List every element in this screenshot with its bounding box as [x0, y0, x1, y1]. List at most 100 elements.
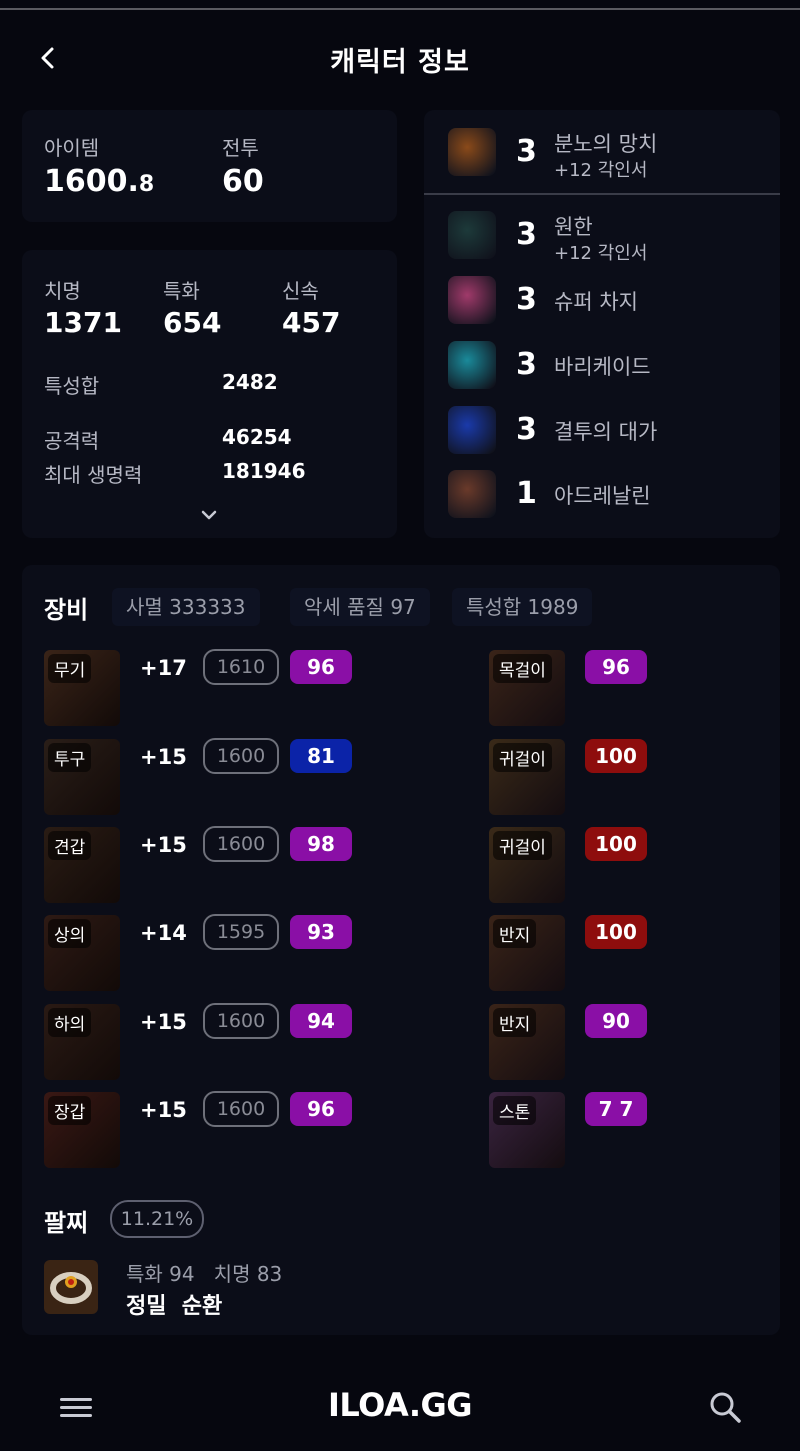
engraving-row[interactable]: 3 슈퍼 차지 [448, 276, 768, 326]
engraving-level: 3 [516, 412, 537, 447]
ring-icon: 반지 [489, 915, 565, 991]
engraving-row[interactable]: 3 원한 +12 각인서 [448, 211, 768, 264]
weapon-icon: 무기 [44, 650, 120, 726]
item-slot-tag: 상의 [48, 919, 92, 948]
item-slot-tag: 반지 [493, 1008, 537, 1037]
bracelet-effect: 정밀 순환 [126, 1294, 223, 1319]
header: 캐릭터 정보 [0, 10, 800, 105]
item-slot-tag: 귀걸이 [493, 831, 552, 860]
engraving-level: 3 [516, 347, 537, 382]
quality-badge: 100 [585, 827, 647, 861]
spec-value: 654 [163, 306, 222, 339]
item-level-value: 1600.8 [44, 164, 155, 199]
crit-label: 치명 [44, 279, 81, 303]
quality-badge: 98 [290, 827, 352, 861]
refine-level: +15 [140, 1098, 187, 1122]
refine-level: +15 [140, 745, 187, 769]
grudge-icon [448, 211, 496, 259]
accessory-quality-pill: 악세 품질 97 [290, 588, 430, 626]
quality-badge: 96 [290, 1092, 352, 1126]
engraving-name: 아드레날린 [554, 484, 651, 508]
engravings-divider [424, 193, 780, 195]
item-slot-tag: 견갑 [48, 831, 92, 860]
swift-label: 신속 [282, 279, 319, 303]
item-level-label: 아이템 [44, 136, 100, 160]
engraving-book: +12 각인서 [554, 160, 648, 181]
item-slot-tag: 목걸이 [493, 654, 552, 683]
engraving-name: 원한 [554, 215, 593, 239]
stat-total-value: 2482 [222, 370, 278, 394]
item-slot-tag: 귀걸이 [493, 743, 552, 772]
helmet-icon: 투구 [44, 739, 120, 815]
super-charge-icon [448, 276, 496, 324]
engraving-level: 1 [516, 476, 537, 511]
bracelet-title: 팔찌 [44, 1209, 89, 1237]
engraving-name: 분노의 망치 [554, 132, 658, 156]
ring-icon: 반지 [489, 1004, 565, 1080]
search-button[interactable] [708, 1390, 742, 1424]
barricade-icon [448, 341, 496, 389]
crit-value: 1371 [44, 306, 122, 339]
equipment-title: 장비 [44, 596, 89, 624]
bracelet-percent: 11.21% [110, 1200, 204, 1238]
item-level-badge: 1600 [203, 1091, 279, 1127]
quality-badge: 100 [585, 739, 647, 773]
quality-badge: 96 [585, 650, 647, 684]
chevron-down-icon [201, 510, 217, 520]
item-level-badge: 1610 [203, 649, 279, 685]
engraving-row[interactable]: 3 결투의 대가 [448, 406, 768, 456]
refine-level: +15 [140, 833, 187, 857]
stone-icon: 스톤 [489, 1092, 565, 1168]
swift-value: 457 [282, 306, 341, 339]
item-level-badge: 1600 [203, 1003, 279, 1039]
quality-badge: 96 [290, 650, 352, 684]
max-hp-label: 최대 생명력 [44, 463, 143, 487]
quality-badge: 90 [585, 1004, 647, 1038]
quality-badge: 81 [290, 739, 352, 773]
pants-icon: 하의 [44, 1004, 120, 1080]
engraving-level: 3 [516, 134, 537, 169]
refine-level: +17 [140, 656, 187, 680]
logo: ILOA.GG [327, 1386, 473, 1424]
earring-icon: 귀걸이 [489, 739, 565, 815]
earring-icon: 귀걸이 [489, 827, 565, 903]
engraving-level: 3 [516, 217, 537, 252]
necklace-icon: 목걸이 [489, 650, 565, 726]
max-hp-value: 181946 [222, 459, 306, 483]
quality-badge: 93 [290, 915, 352, 949]
spec-label: 특화 [163, 279, 200, 303]
item-slot-tag: 투구 [48, 743, 92, 772]
engraving-book: +12 각인서 [554, 243, 648, 264]
hammer-icon [448, 128, 496, 176]
engraving-name: 결투의 대가 [554, 420, 658, 444]
shoulder-icon: 견갑 [44, 827, 120, 903]
attack-label: 공격력 [44, 429, 100, 453]
engraving-row[interactable]: 3 바리케이드 [448, 341, 768, 391]
item-slot-tag: 장갑 [48, 1096, 92, 1125]
adrenaline-icon [448, 470, 496, 518]
combat-level-value: 60 [222, 164, 264, 199]
elixir-pill: 사멸 333333 [112, 588, 260, 626]
quality-badge: 94 [290, 1004, 352, 1038]
stat-total-label: 특성합 [44, 374, 100, 398]
duel-icon [448, 406, 496, 454]
item-slot-tag: 무기 [48, 654, 92, 683]
item-slot-tag: 반지 [493, 919, 537, 948]
item-level-badge: 1600 [203, 826, 279, 862]
bracelet-icon[interactable] [44, 1260, 98, 1314]
refine-level: +14 [140, 921, 187, 945]
combat-level-label: 전투 [222, 136, 259, 160]
quality-badge: 100 [585, 915, 647, 949]
item-level-badge: 1600 [203, 738, 279, 774]
engraving-row[interactable]: 3 분노의 망치 +12 각인서 [448, 128, 768, 181]
expand-stats-button[interactable] [195, 505, 223, 525]
refine-level: +15 [140, 1010, 187, 1034]
bracelet-stats: 특화 94 치명 83 [126, 1262, 283, 1286]
engraving-name: 슈퍼 차지 [554, 290, 638, 314]
bracelet-image [44, 1260, 98, 1314]
engraving-name: 바리케이드 [554, 355, 651, 379]
attack-value: 46254 [222, 425, 292, 449]
engraving-row[interactable]: 1 아드레날린 [448, 470, 768, 520]
item-slot-tag: 스톤 [493, 1096, 537, 1125]
item-slot-tag: 하의 [48, 1008, 92, 1037]
